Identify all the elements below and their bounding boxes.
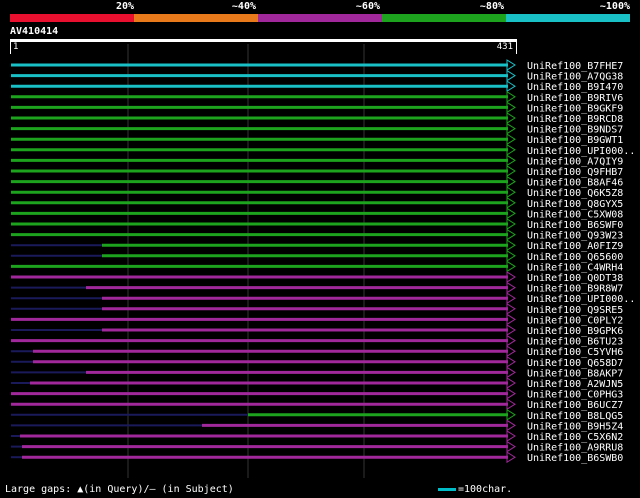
hit-label[interactable]: UniRef100_B9GWT1	[527, 135, 623, 146]
hit-arrow-icon	[506, 228, 516, 241]
hit-arrow-icon	[506, 419, 516, 432]
hit-label[interactable]: UniRef100_Q8GYX5	[527, 199, 623, 210]
hit-label[interactable]: UniRef100_A7QIY9	[527, 156, 623, 167]
hit-label[interactable]: UniRef100_Q0DT38	[527, 273, 623, 284]
hit-label[interactable]: UniRef100_B8LQG5	[527, 411, 623, 422]
hit-arrow-icon	[506, 430, 516, 442]
hit-arrow-icon	[506, 59, 516, 71]
hit-label[interactable]: UniRef100_B9I470	[527, 82, 623, 93]
hit-arrow-icon	[506, 112, 516, 124]
hit-label[interactable]: UniRef100_Q65600	[527, 252, 623, 263]
hit-label[interactable]: UniRef100_B9R8W7	[527, 284, 623, 295]
hit-arrow-icon	[506, 239, 516, 252]
hit-arrow-icon	[506, 355, 516, 368]
hit-label[interactable]: UniRef100_C5YVH6	[527, 347, 623, 358]
hit-label[interactable]: UniRef100_UPI000..	[527, 294, 635, 305]
hit-label[interactable]: UniRef100_B6SWF0	[527, 220, 623, 231]
hit-arrow-icon	[506, 281, 516, 294]
hit-alignment-panel: UniRef100_B7FHE7UniRef100_A7QG38UniRef10…	[11, 44, 635, 478]
hit-label[interactable]: UniRef100_Q9SRE5	[527, 305, 623, 316]
hit-arrow-icon	[506, 260, 516, 273]
hit-label[interactable]: UniRef100_A2WJN5	[527, 379, 623, 390]
hit-arrow-icon	[506, 80, 516, 93]
hit-arrow-icon	[506, 377, 516, 389]
hit-label[interactable]: UniRef100_B9NDS7	[527, 125, 623, 136]
hit-label[interactable]: UniRef100_B7FHE7	[527, 61, 623, 72]
hit-label[interactable]: UniRef100_B9RCD8	[527, 114, 623, 125]
hit-label[interactable]: UniRef100_C5X6N2	[527, 432, 623, 443]
hit-arrow-icon	[506, 218, 516, 230]
hit-arrow-icon	[506, 196, 516, 209]
hit-label[interactable]: UniRef100_C4WRH4	[527, 262, 623, 273]
hit-arrow-icon	[506, 69, 516, 82]
hit-label[interactable]: UniRef100_Q9FHB7	[527, 167, 623, 178]
hit-arrow-icon	[506, 90, 516, 103]
hit-label[interactable]: UniRef100_Q658D7	[527, 358, 623, 369]
hit-label[interactable]: UniRef100_B6UCZ7	[527, 400, 623, 411]
hit-arrow-icon	[506, 207, 516, 220]
hit-label[interactable]: UniRef100_B9RIV6	[527, 93, 623, 104]
hit-label[interactable]: UniRef100_C5XW08	[527, 209, 623, 220]
hit-arrow-icon	[506, 165, 516, 177]
hit-label[interactable]: UniRef100_A9RRU8	[527, 443, 623, 454]
hit-label[interactable]: UniRef100_B9GPK6	[527, 326, 623, 337]
hit-arrow-icon	[506, 302, 516, 315]
hit-arrow-icon	[506, 101, 516, 114]
hit-arrow-icon	[506, 366, 516, 379]
hit-label[interactable]: UniRef100_C0PHG3	[527, 390, 623, 401]
hit-arrow-icon	[506, 398, 516, 411]
hit-arrow-icon	[506, 133, 516, 146]
hit-arrow-icon	[506, 334, 516, 347]
hit-arrow-icon	[506, 249, 516, 262]
hit-arrow-icon	[506, 440, 516, 453]
hit-arrow-icon	[506, 324, 516, 336]
hit-arrow-icon	[506, 387, 516, 400]
hit-arrow-icon	[506, 451, 516, 464]
hit-label[interactable]: UniRef100_B6SWB0	[527, 453, 623, 464]
hit-arrow-icon	[506, 154, 516, 167]
hit-arrow-icon	[506, 143, 516, 156]
gap-legend: Large gaps: ▲(in Query)/— (in Subject)	[5, 484, 234, 495]
hit-arrow-icon	[506, 186, 516, 199]
hit-label[interactable]: UniRef100_A7QG38	[527, 72, 623, 83]
hit-label[interactable]: UniRef100_Q93W23	[527, 231, 623, 242]
hit-label[interactable]: UniRef100_UPI000..	[527, 146, 635, 157]
scale-bar-swatch	[438, 487, 456, 491]
hit-arrow-icon	[506, 408, 516, 421]
hit-arrow-icon	[506, 313, 516, 326]
hit-label[interactable]: UniRef100_B6TU23	[527, 337, 623, 348]
hit-arrow-icon	[506, 292, 516, 305]
hit-arrow-icon	[506, 122, 516, 135]
hit-label[interactable]: UniRef100_B8AKP7	[527, 368, 623, 379]
scale-key: =100char.	[438, 484, 512, 495]
hit-arrow-icon	[506, 271, 516, 283]
hit-label[interactable]: UniRef100_B9GKF9	[527, 103, 623, 114]
hit-arrow-icon	[506, 175, 516, 188]
hit-label[interactable]: UniRef100_Q6K5Z8	[527, 188, 623, 199]
hit-label[interactable]: UniRef100_A0FIZ9	[527, 241, 623, 252]
hit-label[interactable]: UniRef100_B9H5Z4	[527, 421, 623, 432]
hit-label[interactable]: UniRef100_C0PLY2	[527, 315, 623, 326]
hit-label[interactable]: UniRef100_B8AF46	[527, 178, 623, 189]
scale-text: =100char.	[458, 484, 513, 495]
hit-arrow-icon	[506, 345, 516, 358]
